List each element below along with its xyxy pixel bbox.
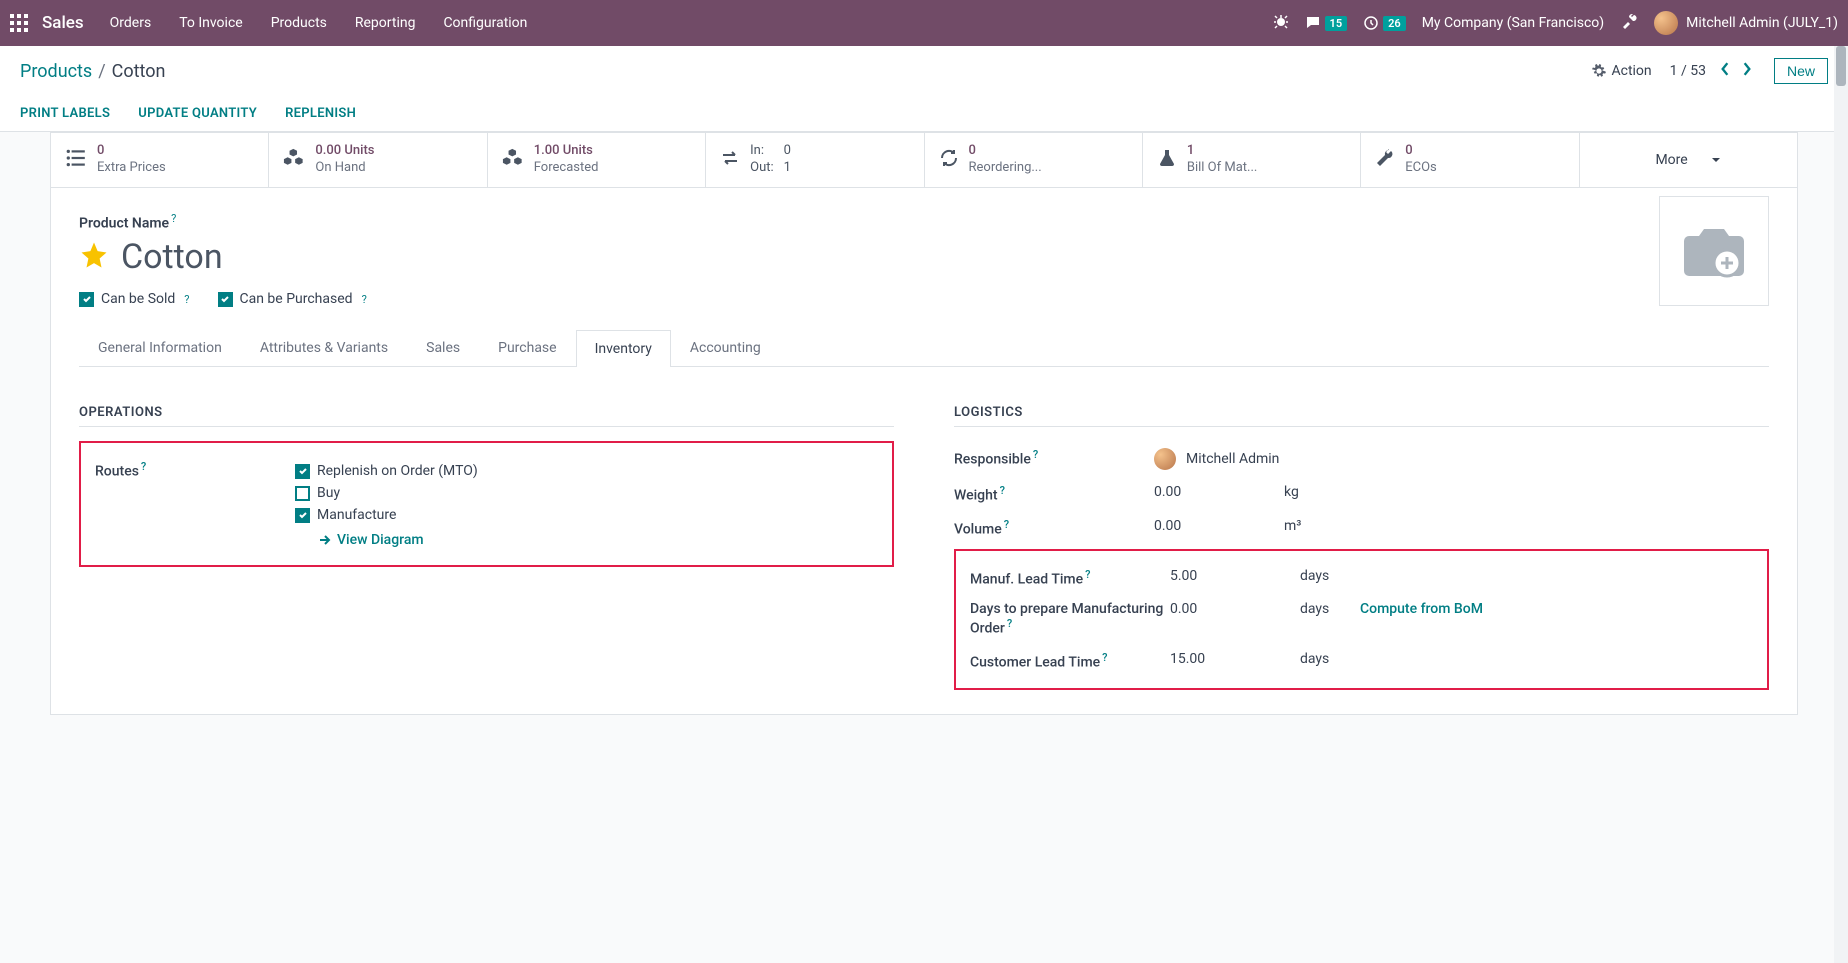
product-image-placeholder[interactable]	[1659, 196, 1769, 306]
boxes-icon	[283, 147, 305, 173]
chat-icon	[1305, 15, 1321, 31]
can-be-purchased-checkbox[interactable]: Can be Purchased?	[218, 291, 367, 307]
stat-in-out[interactable]: In:0 Out:1	[706, 133, 924, 187]
route-buy-checkbox[interactable]: Buy	[295, 482, 878, 504]
menu-reporting[interactable]: Reporting	[355, 15, 416, 31]
toolbar: PRINT LABELS UPDATE QUANTITY REPLENISH	[0, 96, 1848, 132]
stat-extra-prices[interactable]: 0Extra Prices	[51, 133, 269, 187]
help-icon[interactable]: ?	[1007, 617, 1012, 630]
topbar: Sales Orders To Invoice Products Reporti…	[0, 0, 1848, 46]
breadcrumb: Products/Cotton	[20, 61, 165, 82]
menu-products[interactable]: Products	[271, 15, 327, 31]
compute-from-bom-link[interactable]: Compute from BoM	[1360, 601, 1483, 617]
weight-field: Weight? 0.00kg	[954, 477, 1769, 511]
print-labels-button[interactable]: PRINT LABELS	[20, 106, 110, 121]
menu-to-invoice[interactable]: To Invoice	[179, 15, 243, 31]
routes-highlight: Routes? Replenish on Order (MTO) Buy Man…	[79, 441, 894, 567]
update-quantity-button[interactable]: UPDATE QUANTITY	[138, 106, 257, 121]
pager-next[interactable]	[1738, 60, 1756, 82]
tab-sales[interactable]: Sales	[407, 329, 479, 366]
volume-field: Volume? 0.00m³	[954, 511, 1769, 545]
tab-attributes-variants[interactable]: Attributes & Variants	[241, 329, 407, 366]
help-icon[interactable]: ?	[184, 293, 189, 306]
help-icon[interactable]: ?	[171, 212, 176, 225]
view-diagram-link[interactable]: View Diagram	[319, 532, 878, 548]
stat-on-hand[interactable]: 0.00 UnitsOn Hand	[269, 133, 487, 187]
pager: 1 / 53	[1670, 60, 1756, 82]
days-prepare-field: Days to prepare Manufacturing Order? 0.0…	[970, 594, 1753, 644]
logistics-title: LOGISTICS	[954, 405, 1769, 427]
help-icon[interactable]: ?	[1033, 448, 1038, 461]
product-name-label: Product Name	[79, 215, 169, 231]
form-card: Product Name? Cotton Can be Sold? Can be…	[50, 188, 1798, 715]
transfer-icon	[720, 148, 740, 172]
help-icon[interactable]: ?	[1085, 568, 1090, 581]
replenish-button[interactable]: REPLENISH	[285, 106, 356, 121]
customer-lead-time-field: Customer Lead Time? 15.00days	[970, 644, 1753, 678]
refresh-icon	[939, 148, 959, 172]
arrow-right-icon	[319, 534, 331, 546]
menu-orders[interactable]: Orders	[110, 15, 152, 31]
bug-icon[interactable]	[1273, 13, 1289, 33]
product-name[interactable]: Cotton	[121, 237, 223, 277]
activities-button[interactable]: 26	[1363, 15, 1406, 31]
apps-icon[interactable]	[10, 14, 28, 32]
favorite-star-icon[interactable]	[79, 240, 109, 274]
tab-accounting[interactable]: Accounting	[671, 329, 780, 366]
operations-section: OPERATIONS Routes? Replenish on Order (M…	[79, 405, 894, 689]
stat-bom[interactable]: 1Bill Of Mat...	[1143, 133, 1361, 187]
action-menu[interactable]: Action	[1592, 63, 1651, 79]
tab-purchase[interactable]: Purchase	[479, 329, 575, 366]
pager-prev[interactable]	[1716, 60, 1734, 82]
avatar	[1154, 448, 1176, 470]
responsible-field: Responsible? Mitchell Admin	[954, 441, 1769, 477]
scrollbar[interactable]	[1834, 46, 1848, 963]
flask-icon	[1157, 148, 1177, 172]
stat-forecasted[interactable]: 1.00 UnitsForecasted	[488, 133, 706, 187]
operations-title: OPERATIONS	[79, 405, 894, 427]
logistics-section: LOGISTICS Responsible? Mitchell Admin We…	[954, 405, 1769, 689]
user-menu[interactable]: Mitchell Admin (JULY_1)	[1654, 11, 1838, 35]
user-name: Mitchell Admin (JULY_1)	[1686, 15, 1838, 31]
tools-icon[interactable]	[1620, 12, 1638, 34]
tab-inventory[interactable]: Inventory	[576, 330, 671, 367]
avatar	[1654, 11, 1678, 35]
can-be-sold-checkbox[interactable]: Can be Sold?	[79, 291, 190, 307]
manuf-lead-time-field: Manuf. Lead Time? 5.00days	[970, 561, 1753, 595]
messages-button[interactable]: 15	[1305, 15, 1348, 31]
tabs: General Information Attributes & Variant…	[79, 329, 1769, 367]
stat-more[interactable]: More	[1580, 133, 1797, 187]
breadcrumb-root[interactable]: Products	[20, 61, 92, 82]
breadcrumb-current: Cotton	[112, 61, 166, 82]
help-icon[interactable]: ?	[1004, 518, 1009, 531]
route-manufacture-checkbox[interactable]: Manufacture	[295, 504, 878, 526]
list-icon	[65, 147, 87, 173]
help-icon[interactable]: ?	[362, 293, 367, 306]
company-switcher[interactable]: My Company (San Francisco)	[1422, 15, 1604, 31]
lead-times-highlight: Manuf. Lead Time? 5.00days Days to prepa…	[954, 549, 1769, 690]
stat-row: 0Extra Prices 0.00 UnitsOn Hand 1.00 Uni…	[50, 132, 1798, 188]
messages-badge: 15	[1325, 16, 1348, 31]
stat-ecos[interactable]: 0ECOs	[1361, 133, 1579, 187]
help-icon[interactable]: ?	[1000, 484, 1005, 497]
menu-configuration[interactable]: Configuration	[443, 15, 527, 31]
header-row: Products/Cotton Action 1 / 53 New	[0, 46, 1848, 96]
wrench-icon	[1375, 148, 1395, 172]
caret-down-icon	[1711, 155, 1721, 165]
boxes-icon	[502, 147, 524, 173]
stat-reordering[interactable]: 0Reordering...	[925, 133, 1143, 187]
gear-icon	[1592, 64, 1606, 78]
camera-plus-icon	[1679, 221, 1749, 281]
app-brand[interactable]: Sales	[42, 13, 84, 33]
help-icon[interactable]: ?	[1102, 651, 1107, 664]
top-menu: Orders To Invoice Products Reporting Con…	[110, 15, 528, 31]
activities-badge: 26	[1383, 16, 1406, 31]
clock-icon	[1363, 15, 1379, 31]
tab-general-information[interactable]: General Information	[79, 329, 241, 366]
pager-range[interactable]: 1 / 53	[1670, 63, 1706, 79]
help-icon[interactable]: ?	[141, 460, 146, 473]
new-button[interactable]: New	[1774, 58, 1828, 84]
routes-label: Routes	[95, 464, 139, 480]
route-mto-checkbox[interactable]: Replenish on Order (MTO)	[295, 460, 878, 482]
